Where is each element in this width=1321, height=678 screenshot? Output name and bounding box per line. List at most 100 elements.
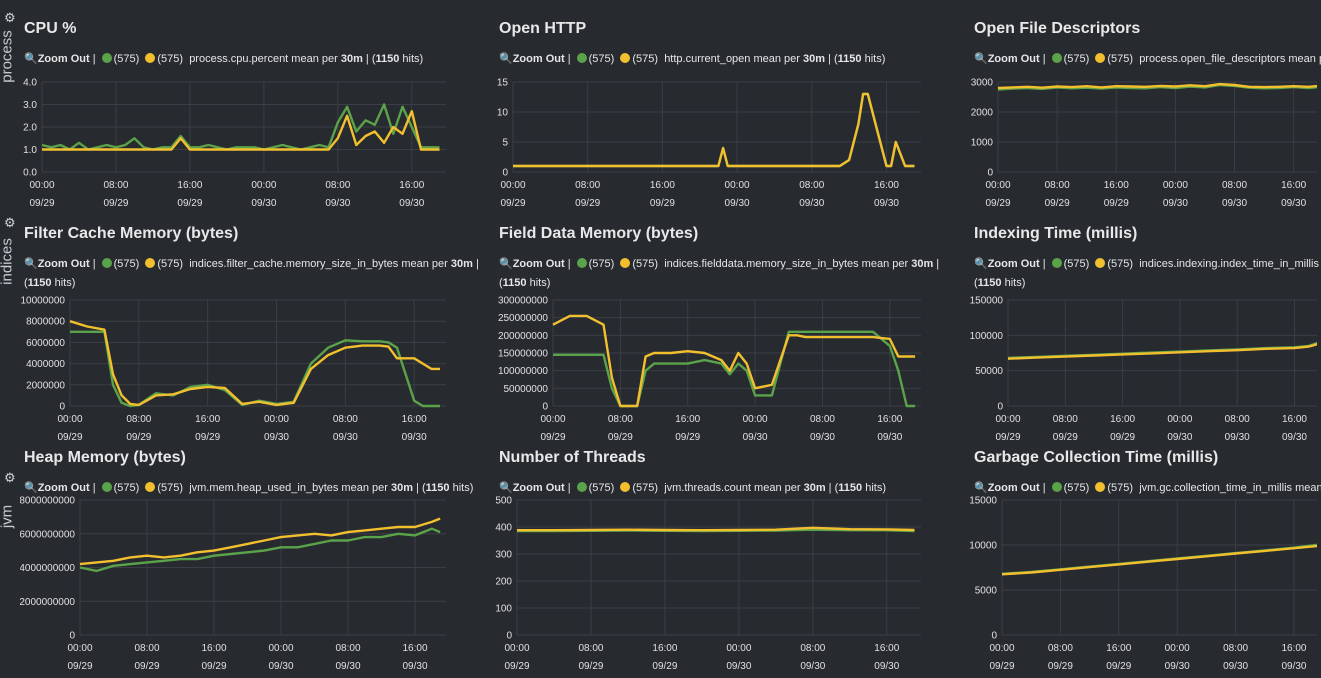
- interval-text: 30m: [450, 258, 473, 270]
- zoom-out-button[interactable]: 🔍Zoom Out: [499, 258, 565, 270]
- zoom-out-button[interactable]: 🔍Zoom Out: [499, 53, 565, 65]
- series-b-dot[interactable]: [145, 258, 156, 268]
- series-a-dot[interactable]: [1051, 53, 1062, 63]
- magnifier-icon: 🔍: [24, 258, 38, 270]
- zoom-out-label: Zoom Out: [987, 258, 1040, 270]
- y-tick-label: 3.0: [23, 100, 37, 111]
- zoom-out-button[interactable]: 🔍Zoom Out: [499, 482, 565, 494]
- hits-line: (1150 hits): [499, 277, 551, 289]
- zoom-out-button[interactable]: 🔍Zoom Out: [24, 482, 90, 494]
- zoom-out-button[interactable]: 🔍Zoom Out: [974, 258, 1040, 270]
- x-tick-time: 08:00: [126, 414, 151, 425]
- y-tick-label: 10000000: [21, 296, 66, 307]
- x-tick-time: 16:00: [874, 643, 899, 654]
- x-tick-date: 09/29: [103, 198, 128, 209]
- panel-legend: 🔍Zoom Out | (575) (575) indices.indexing…: [974, 255, 1321, 293]
- x-tick-date: 09/29: [652, 661, 677, 672]
- x-tick-time: 00:00: [264, 414, 289, 425]
- y-tick-label: 0: [59, 402, 65, 413]
- zoom-out-button[interactable]: 🔍Zoom Out: [24, 53, 90, 65]
- x-tick-time: 08:00: [578, 643, 603, 654]
- x-tick-time: 00:00: [540, 414, 565, 425]
- chart-svg[interactable]: 0 1000 2000 3000 00:00 09/29 08:00 09/29 16:00 09…: [970, 76, 1321, 210]
- zoom-out-button[interactable]: 🔍Zoom Out: [24, 258, 90, 270]
- series-a-dot[interactable]: [101, 482, 112, 492]
- y-tick-label: 300000000: [498, 296, 548, 307]
- x-tick-time: 16:00: [877, 414, 902, 425]
- hits-count: 1150: [27, 277, 52, 289]
- series-line-b: [1007, 341, 1321, 360]
- chart-svg[interactable]: 0 100 200 300 400 500 00:00 09/29 08:00 09/29 16:0…: [495, 494, 945, 673]
- series-a-dot[interactable]: [576, 258, 587, 268]
- y-tick-label: 5000: [975, 586, 998, 597]
- y-tick-label: 200: [495, 577, 512, 588]
- chart-svg[interactable]: 0 50000000 100000000 150000000 200000000 2500…: [495, 294, 945, 444]
- query-sep: | (: [413, 482, 426, 494]
- zoom-out-button[interactable]: 🔍Zoom Out: [974, 53, 1040, 65]
- x-tick-time: 16:00: [402, 414, 427, 425]
- x-tick-date: 09/30: [874, 661, 899, 672]
- series-a-dot[interactable]: [1051, 258, 1062, 268]
- series-a-dot[interactable]: [576, 53, 587, 63]
- x-tick-time: 16:00: [1106, 643, 1131, 654]
- x-tick-date: 09/29: [500, 198, 525, 209]
- chart-svg[interactable]: 0 5 10 15 00:00 09/29 08:00 09/29 16:00 09/29 00:0…: [495, 76, 945, 210]
- interval-text: 30m: [340, 53, 363, 65]
- x-tick-time: 00:00: [67, 643, 92, 654]
- panel-legend: 🔍Zoom Out | (575) (575) process.cpu.perc…: [24, 53, 424, 65]
- series-b-dot[interactable]: [145, 53, 156, 63]
- series-a-count: (575): [113, 482, 140, 494]
- series-b-count: (575): [1107, 258, 1134, 270]
- zoom-out-button[interactable]: 🔍Zoom Out: [974, 482, 1040, 494]
- panel-title: Heap Memory (bytes): [24, 449, 186, 466]
- magnifier-icon: 🔍: [24, 482, 38, 494]
- series-a-count: (575): [588, 53, 615, 65]
- x-tick-time: 16:00: [1281, 643, 1306, 654]
- zoom-out-label: Zoom Out: [987, 53, 1040, 65]
- x-tick-time: 00:00: [1167, 414, 1192, 425]
- x-tick-date: 09/30: [1282, 432, 1307, 443]
- query-text: indices.indexing.index_time_in_millis me…: [1139, 258, 1321, 270]
- x-tick-date: 09/30: [800, 661, 825, 672]
- series-b-dot[interactable]: [620, 258, 631, 268]
- x-tick-date: 09/30: [1222, 198, 1247, 209]
- chart-svg[interactable]: 0 50000 100000 150000 00:00 09/29 08:00 09/29 16…: [970, 294, 1321, 444]
- chart-svg[interactable]: 0 2000000000 4000000000 6000000000 800000000…: [19, 494, 470, 673]
- hits-suffix: hits): [862, 482, 886, 494]
- x-tick-time: 00:00: [743, 414, 768, 425]
- chart-svg[interactable]: 0 5000 10000 15000 00:00 09/29 08:00 09/29 16:00…: [969, 494, 1321, 673]
- series-b-count: (575): [157, 53, 184, 65]
- panel-legend: 🔍Zoom Out | (575) (575) http.current_ope…: [499, 53, 886, 65]
- chart-svg[interactable]: 0.0 1.0 2.0 3.0 4.0 00:00 09/29 08:00 09/29 16:00…: [20, 76, 470, 210]
- series-a-dot[interactable]: [101, 258, 112, 268]
- series-b-count: (575): [157, 482, 184, 494]
- y-tick-label: 200000000: [498, 331, 548, 342]
- x-tick-time: 00:00: [995, 414, 1020, 425]
- y-tick-label: 6000000000: [20, 529, 75, 540]
- series-b-dot[interactable]: [620, 482, 631, 492]
- series-b-dot[interactable]: [1095, 482, 1106, 492]
- series-a-dot[interactable]: [576, 482, 587, 492]
- series-b-dot[interactable]: [1095, 53, 1106, 63]
- chart-svg[interactable]: 0 2000000 4000000 6000000 8000000 10000000 00:…: [20, 294, 470, 444]
- series-b-dot[interactable]: [620, 53, 631, 63]
- series-b-dot[interactable]: [145, 482, 156, 492]
- x-tick-time: 08:00: [1223, 643, 1248, 654]
- x-tick-date: 09/30: [335, 661, 360, 672]
- x-tick-date: 09/29: [1110, 432, 1135, 443]
- series-b-dot[interactable]: [1095, 258, 1106, 268]
- y-tick-label: 4.0: [23, 78, 37, 89]
- x-tick-date: 09/29: [608, 432, 633, 443]
- zoom-out-label: Zoom Out: [37, 482, 90, 494]
- x-tick-time: 00:00: [29, 180, 54, 191]
- panel-title: Field Data Memory (bytes): [499, 225, 699, 242]
- interval-text: 30m: [911, 258, 934, 270]
- panel-title: Garbage Collection Time (millis): [974, 449, 1219, 466]
- y-tick-label: 0: [506, 631, 512, 642]
- series-a-dot[interactable]: [1051, 482, 1062, 492]
- x-tick-time: 16:00: [402, 643, 427, 654]
- x-tick-time: 08:00: [1222, 180, 1247, 191]
- series-a-dot[interactable]: [101, 53, 112, 63]
- x-tick-time: 16:00: [201, 643, 226, 654]
- x-tick-date: 09/29: [134, 661, 159, 672]
